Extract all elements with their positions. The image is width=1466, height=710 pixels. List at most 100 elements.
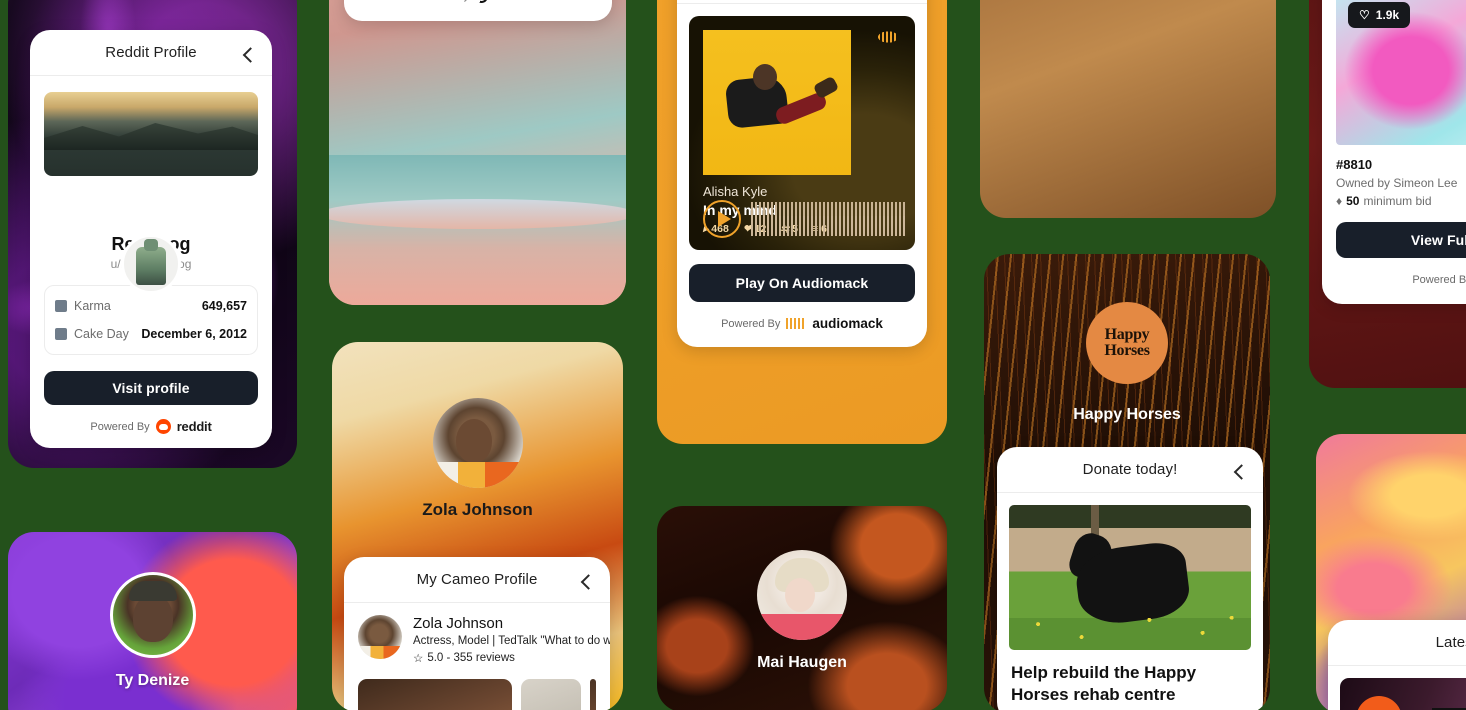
cameo-card-header[interactable]: My Cameo Profile [344,557,610,603]
album-cover-image [703,30,851,175]
cameo-video-thumb[interactable] [521,679,581,710]
cake-icon [55,328,67,340]
reddit-stat-row: Karma 649,657 [55,292,247,320]
play-on-audiomack-button[interactable]: Play On Audiomack [689,264,915,302]
latest-release-title: Latest r [1435,634,1466,651]
delta-rock-phone-preview: Delta R Latest r Delta Rock [1316,434,1466,710]
reddit-brand-label: reddit [176,419,212,434]
audiomack-brand: audiomack [786,316,883,331]
powered-by-label: Powered By [90,420,150,433]
reddit-banner-image [44,92,258,176]
cameo-video-thumbnails [344,673,610,710]
heart-outline-icon: ♡ [1359,8,1370,22]
cameo-card-title: My Cameo Profile [416,571,538,588]
audiomack-brand-label: audiomack [812,316,883,331]
cameo-profile-card: My Cameo Profile Zola Johnson Actress, M… [344,557,610,710]
reddit-icon [155,419,171,434]
donate-card-header[interactable]: Donate today! [997,447,1263,493]
latest-release-header[interactable]: Latest r [1328,620,1466,666]
spring-phone-preview: New Age $35 USD Shop now › Powered by [329,0,626,305]
ty-denize-name: Ty Denize [115,672,190,689]
reddit-phone-preview: Red Dog Reddit Profile Red_Dog u/reddddd… [8,0,297,468]
happy-horses-phone-preview: Happy Horses Happy Horses Donate today! … [984,254,1270,710]
view-full-collection-button[interactable]: View Full Co [1336,222,1466,258]
nft-bid-label: minimum bid [1363,194,1432,208]
foal-photo [1009,505,1251,650]
nft-like-count: 1.9k [1375,8,1400,22]
spring-powered-by: Powered by SPRING [344,0,612,3]
powered-by-label: Powered By [1412,274,1466,286]
nft-like-badge[interactable]: ♡ 1.9k [1348,2,1411,28]
nft-token-id: #8810 [1336,157,1373,172]
zola-johnson-name: Zola Johnson [422,500,533,519]
audiomack-phone-preview: New release Alisha Kyle In my mind ▸468 … [657,0,947,444]
play-button[interactable] [703,200,741,238]
audiomack-waveform[interactable] [751,202,905,236]
ethereum-icon: ♦ [1336,194,1343,208]
happy-horses-donate-card: Donate today! Help rebuild the Happy Hor… [997,447,1263,710]
pool-background [329,155,626,305]
cameo-phone-preview: Zola Johnson My Cameo Profile Zola Johns… [332,342,623,710]
play-icon [717,211,731,227]
spring-brand: SPRING [475,0,545,3]
cameo-rating-text: 5.0 - 355 reviews [427,652,515,664]
opensea-powered-by: Powered By [1322,272,1466,288]
happy-horses-title: Happy Horses [1073,406,1181,423]
zola-johnson-avatar [432,398,523,488]
audiomack-powered-by: Powered By audiomack [677,316,927,331]
cameo-person-avatar [358,615,402,659]
chevron-up-icon[interactable] [242,46,259,63]
mai-haugen-phone-preview: Mai Haugen [657,506,947,710]
audiomack-release-card: New release Alisha Kyle In my mind ▸468 … [677,0,927,347]
ty-denize-avatar [109,572,196,658]
reddit-stat-value: December 6, 2012 [141,327,247,341]
nft-artwork[interactable]: ♡ 1.9k [1336,0,1466,145]
nft-metadata: #8810 Owned by Simeon Lee ♦ 50 minimum b… [1322,145,1466,208]
reddit-avatar [121,234,181,294]
spring-icon [475,0,489,3]
logo-line-2: Horses [1104,342,1150,359]
spring-shop-card: New Age $35 USD Shop now › Powered by [344,0,612,21]
reddit-stat-label: Karma [74,299,111,313]
mai-haugen-avatar [757,550,847,640]
cameo-video-thumb[interactable] [590,679,596,710]
play-button[interactable] [1356,696,1402,710]
cameo-rating: ☆ 5.0 - 355 reviews [413,651,610,665]
ty-denize-phone-preview: Ty Denize [8,532,297,710]
happy-horses-logo: Happy Horses [1086,302,1168,384]
cameo-person-row[interactable]: Zola Johnson Actress, Model | TedTalk "W… [344,603,610,673]
reddit-stat-value: 649,657 [201,299,247,313]
reddit-powered-by: Powered By reddit [30,419,272,434]
delta-rock-latest-card: Latest r Delta Rock [1328,620,1466,710]
nft-card: Funge @SimeonLee ♡ 1.9k #8810 Owned by S… [1322,0,1466,304]
cameo-person-name: Zola Johnson [413,615,504,632]
nft-owner: Owned by Simeon Lee [1336,176,1458,190]
powered-by-label: Powered By [721,317,781,330]
visit-profile-button[interactable]: Visit profile [44,371,258,405]
spring-brand-label: SPRING [493,0,545,3]
karma-icon [55,300,67,312]
audiomack-card-header[interactable]: New release [677,0,927,4]
reddit-card-header[interactable]: Reddit Profile [30,30,272,76]
audiomack-player: Alisha Kyle In my mind ▸468 ❤12 ⇆5 ≡6 [689,16,915,250]
donate-card-title: Donate today! [1082,461,1178,478]
powered-by-label: Powered by [411,0,469,2]
donate-headline: Help rebuild the Happy Horses rehab cent… [1011,663,1197,705]
cameo-video-thumb[interactable] [358,679,512,710]
typeform-phone-preview: A Every day B Every other day C Work out… [980,0,1276,218]
mai-haugen-name: Mai Haugen [757,654,847,671]
audiomack-artist: Alisha Kyle [703,184,768,199]
nft-bid-amount: 50 [1346,194,1360,208]
star-icon: ☆ [413,653,424,665]
chevron-up-icon[interactable] [580,573,597,590]
cameo-person-bio: Actress, Model | TedTalk "What to do w [413,635,610,647]
nft-minimum-bid: ♦ 50 minimum bid [1336,194,1466,208]
reddit-card-title: Reddit Profile [105,44,197,61]
card-gallery: Red Dog Reddit Profile Red_Dog u/reddddd… [0,0,1466,710]
chevron-up-icon[interactable] [1233,463,1250,480]
reddit-stat-row: Cake Day December 6, 2012 [55,320,247,348]
logo-line-1: Happy [1104,325,1150,343]
reddit-stat-label: Cake Day [74,327,129,341]
delta-rock-track-card[interactable]: Delta Rock [1340,678,1466,710]
reddit-stats-box: Karma 649,657 Cake Day December 6, 2012 [44,285,258,355]
